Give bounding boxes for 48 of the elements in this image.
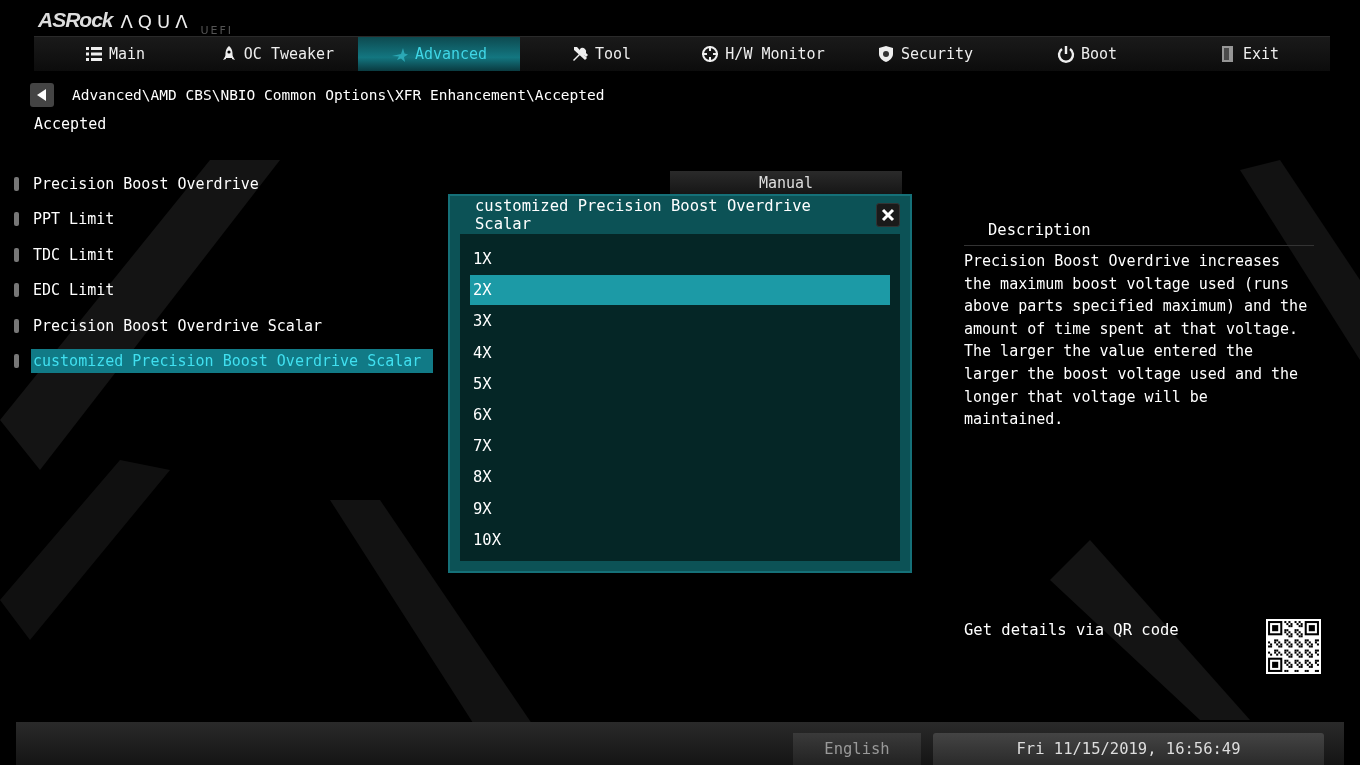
back-arrow-icon xyxy=(37,89,47,101)
qr-code-icon xyxy=(1266,619,1321,674)
setting-label[interactable]: Precision Boost Overdrive Scalar xyxy=(31,313,325,338)
qr-hint: Get details via QR code xyxy=(964,621,1179,639)
option-item[interactable]: 8X xyxy=(470,462,890,493)
breadcrumb-path: Advanced\AMD CBS\NBIO Common Options\XFR Enhancement\Accepted xyxy=(72,87,605,103)
setting-label[interactable]: TDC Limit xyxy=(31,242,118,267)
language-button[interactable]: English xyxy=(793,733,921,765)
setting-value[interactable]: Manual xyxy=(670,171,902,195)
menu-tab[interactable]: OC Tweaker xyxy=(196,37,358,71)
item-marker xyxy=(14,212,19,227)
back-button[interactable] xyxy=(30,83,54,107)
power-icon xyxy=(1056,45,1075,63)
shield-icon xyxy=(876,45,895,63)
item-marker xyxy=(14,177,19,191)
menu-tab[interactable]: Exit xyxy=(1168,37,1330,71)
date-time: Fri 11/15/2019, 16:56:49 xyxy=(933,733,1324,765)
option-item[interactable]: 4X xyxy=(470,337,890,368)
option-item[interactable]: 1X xyxy=(470,244,890,274)
menu-tab[interactable]: Main xyxy=(34,37,196,71)
brand-logo: ASRock xyxy=(38,8,113,32)
menu-tab[interactable]: Boot xyxy=(1006,37,1168,71)
close-icon xyxy=(881,208,895,222)
menu-tab[interactable]: Security xyxy=(844,37,1006,71)
setting-label[interactable]: EDC Limit xyxy=(31,278,118,303)
item-marker xyxy=(14,353,19,368)
section-title: Accepted xyxy=(34,115,108,133)
item-marker xyxy=(14,247,19,262)
list-icon xyxy=(84,45,103,63)
logo-suffix: UEFI xyxy=(200,24,234,37)
option-item[interactable]: 9X xyxy=(470,493,890,524)
setting-label[interactable]: Precision Boost Overdrive xyxy=(31,172,262,196)
close-button[interactable] xyxy=(876,203,900,227)
crosshair-icon xyxy=(701,45,720,63)
description-text: Precision Boost Overdrive increases the maximum boost voltage used (runs above parts specified maximum) and the amount of time spent at that voltage. The larger the value entered the larger the boost voltage used and the longer that voltage will be maintained. xyxy=(964,251,1309,431)
setting-label[interactable]: PPT Limit xyxy=(31,207,118,232)
option-item[interactable]: 10X xyxy=(470,524,890,555)
menu-tab[interactable]: Tool xyxy=(520,37,682,71)
option-item[interactable]: 3X xyxy=(470,306,890,337)
option-item[interactable]: 6X xyxy=(470,399,890,430)
dialog-title: customized Precision Boost Overdrive Scalar xyxy=(475,197,812,233)
menu-tab[interactable]: H/W Monitor xyxy=(682,37,844,71)
option-item[interactable]: 7X xyxy=(470,431,890,462)
item-marker xyxy=(14,283,19,298)
option-item[interactable]: 5X xyxy=(470,368,890,399)
item-marker xyxy=(14,318,19,333)
description-title: Description xyxy=(964,221,1314,246)
product-logo: ΛQUΛ xyxy=(120,11,193,32)
